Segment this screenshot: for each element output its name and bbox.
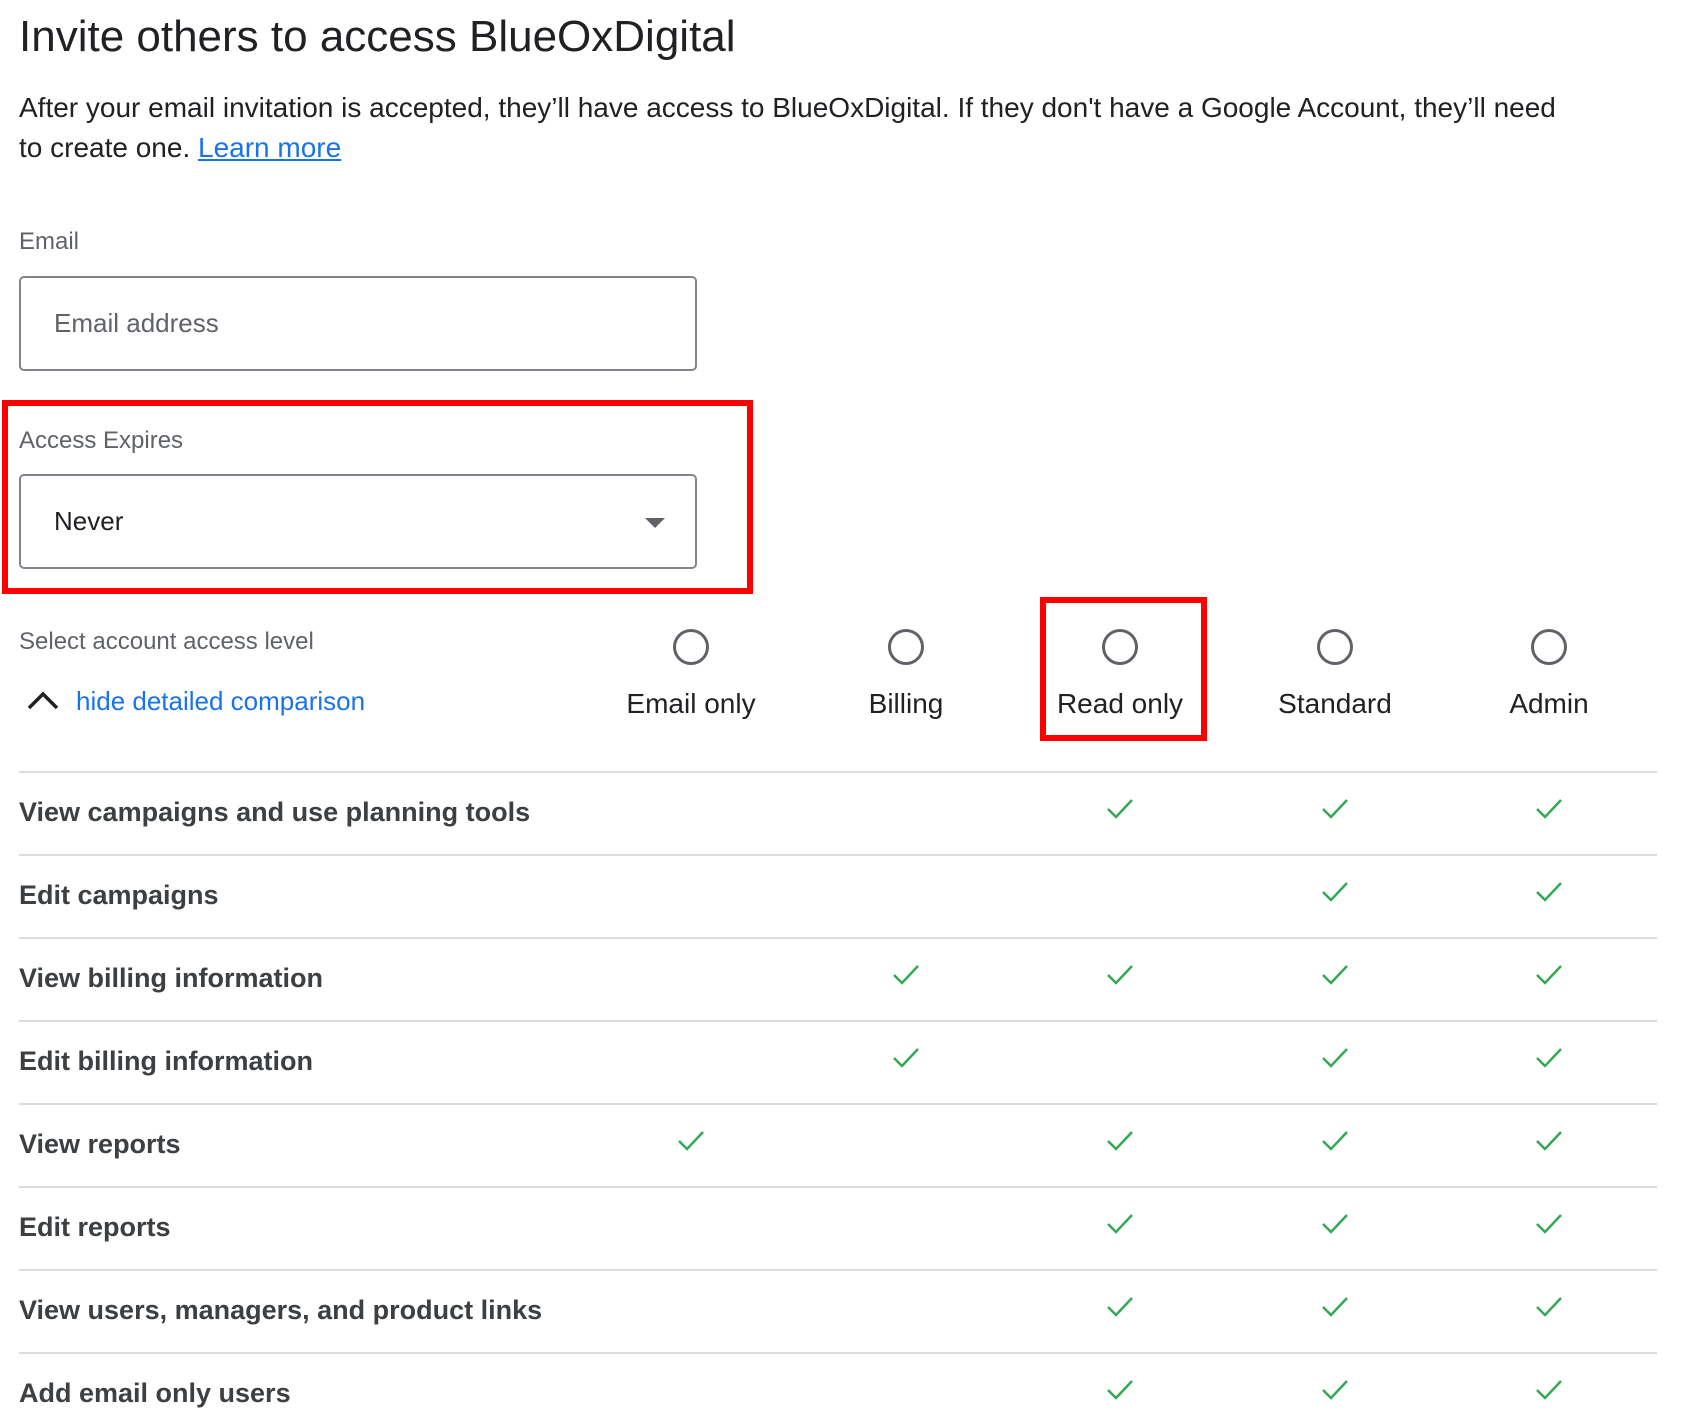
check-icon bbox=[1322, 1380, 1348, 1400]
check-icon bbox=[1322, 1048, 1348, 1068]
check-icon bbox=[1536, 965, 1562, 985]
check-icon bbox=[1322, 1214, 1348, 1234]
check-icon bbox=[1536, 882, 1562, 902]
radio-standard[interactable] bbox=[1317, 629, 1353, 665]
description: After your email invitation is accepted,… bbox=[19, 88, 1579, 168]
check-icon bbox=[678, 1131, 704, 1151]
check-icon bbox=[1107, 965, 1133, 985]
feature-label: Edit campaigns bbox=[19, 880, 219, 910]
row-divider bbox=[19, 1186, 1657, 1188]
check-icon bbox=[1536, 1048, 1562, 1068]
feature-label: View users, managers, and product links bbox=[19, 1295, 543, 1325]
check-icon bbox=[1322, 1131, 1348, 1151]
check-icon bbox=[893, 965, 919, 985]
option-label-billing[interactable]: Billing bbox=[806, 688, 1006, 720]
access-expires-select[interactable]: Never bbox=[19, 474, 697, 569]
hide-comparison-link[interactable]: hide detailed comparison bbox=[76, 686, 365, 717]
check-icon bbox=[1536, 1214, 1562, 1234]
row-divider bbox=[19, 937, 1657, 939]
radio-email-only[interactable] bbox=[673, 629, 709, 665]
row-divider bbox=[19, 854, 1657, 856]
option-label-email-only[interactable]: Email only bbox=[591, 688, 791, 720]
access-expires-value: Never bbox=[54, 506, 124, 536]
row-divider bbox=[19, 1352, 1657, 1354]
check-icon bbox=[893, 1048, 919, 1068]
option-label-admin[interactable]: Admin bbox=[1449, 688, 1649, 720]
option-label-standard[interactable]: Standard bbox=[1235, 688, 1435, 720]
radio-read-only[interactable] bbox=[1102, 629, 1138, 665]
option-label-read-only[interactable]: Read only bbox=[1020, 688, 1220, 720]
email-input[interactable] bbox=[19, 276, 697, 371]
check-icon bbox=[1322, 882, 1348, 902]
radio-billing[interactable] bbox=[888, 629, 924, 665]
check-icon bbox=[1107, 1214, 1133, 1234]
radio-admin[interactable] bbox=[1531, 629, 1567, 665]
feature-label: View campaigns and use planning tools bbox=[19, 797, 531, 827]
row-divider bbox=[19, 1103, 1657, 1105]
page-title: Invite others to access BlueOxDigital bbox=[19, 12, 736, 61]
check-icon bbox=[1107, 1131, 1133, 1151]
row-divider bbox=[19, 1269, 1657, 1271]
email-label: Email bbox=[19, 228, 80, 255]
dropdown-arrow-icon bbox=[645, 518, 665, 528]
access-level-label: Select account access level bbox=[19, 628, 314, 655]
feature-label: Add email only users bbox=[19, 1378, 291, 1408]
chevron-up-icon[interactable] bbox=[26, 688, 60, 712]
check-icon bbox=[1107, 1297, 1133, 1317]
check-icon bbox=[1322, 965, 1348, 985]
check-icon bbox=[1107, 1380, 1133, 1400]
row-divider bbox=[19, 771, 1657, 773]
check-icon bbox=[1322, 799, 1348, 819]
learn-more-link[interactable]: Learn more bbox=[198, 132, 341, 163]
check-icon bbox=[1536, 799, 1562, 819]
row-divider bbox=[19, 1020, 1657, 1022]
feature-label: Edit reports bbox=[19, 1212, 171, 1242]
check-icon bbox=[1322, 1297, 1348, 1317]
access-expires-label: Access Expires bbox=[19, 427, 184, 454]
feature-label: Edit billing information bbox=[19, 1046, 313, 1076]
check-icon bbox=[1107, 799, 1133, 819]
check-icon bbox=[1536, 1380, 1562, 1400]
feature-label: View billing information bbox=[19, 963, 324, 993]
check-icon bbox=[1536, 1131, 1562, 1151]
check-icon bbox=[1536, 1297, 1562, 1317]
feature-label: View reports bbox=[19, 1129, 181, 1159]
